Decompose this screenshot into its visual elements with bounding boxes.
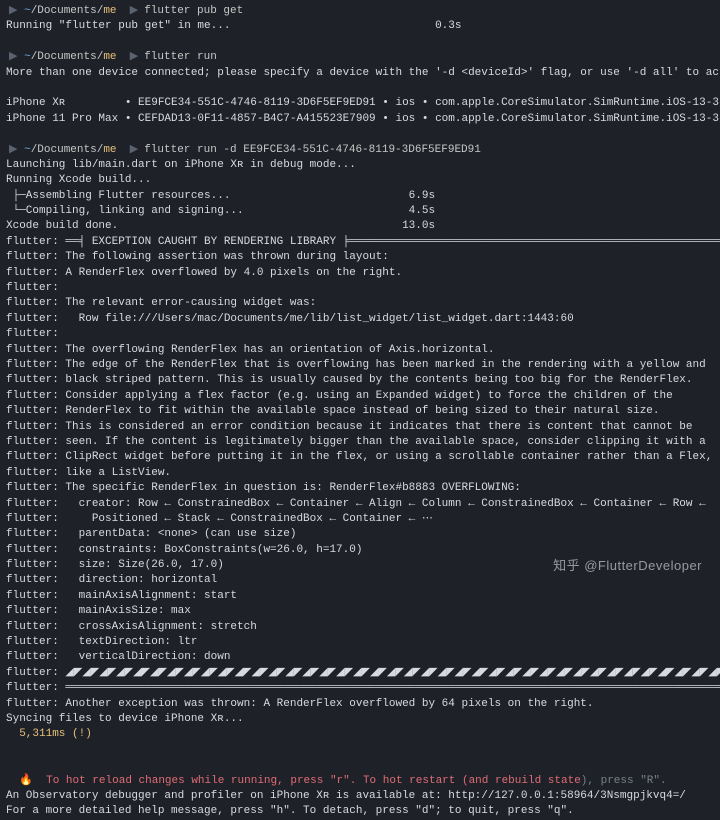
blank: [6, 127, 714, 142]
flutter-line: flutter: Positioned ← Stack ← Constraine…: [6, 512, 714, 527]
flutter-line: flutter: crossAxisAlignment: stretch: [6, 620, 714, 635]
flutter-line: flutter: mainAxisAlignment: start: [6, 589, 714, 604]
flutter-line: flutter: This is considered an error con…: [6, 420, 714, 435]
syncing: Syncing files to device iPhone Xʀ...: [6, 712, 714, 727]
flutter-line: flutter: verticalDirection: down: [6, 650, 714, 665]
xcode-build-2: ├─Assembling Flutter resources... 6.9s: [6, 189, 714, 204]
path-me: me: [103, 4, 116, 19]
launching: Launching lib/main.dart on iPhone Xʀ in …: [6, 158, 714, 173]
blank: [6, 743, 714, 758]
timing: 5,311ms (!): [6, 727, 714, 742]
flutter-line: flutter: RenderFlex to fit within the av…: [6, 404, 714, 419]
xcode-build-1: Running Xcode build...: [6, 173, 714, 188]
chevron-right-icon: ▶: [130, 143, 138, 158]
exception-header: flutter: ══╡ EXCEPTION CAUGHT BY RENDERI…: [6, 235, 714, 250]
flutter-line: flutter: The specific RenderFlex in ques…: [6, 481, 714, 496]
flutter-line: flutter: parentData: <none> (can use siz…: [6, 527, 714, 542]
output-multidevice: More than one device connected; please s…: [6, 66, 714, 81]
path-tilde: ~: [24, 50, 31, 65]
flutter-line: flutter: The following assertion was thr…: [6, 250, 714, 265]
command-1: flutter pub get: [144, 4, 243, 19]
hot-reload-text-b: ), press "R".: [581, 775, 667, 787]
flutter-line: flutter: seen. If the content is legitim…: [6, 435, 714, 450]
flutter-line: flutter: Consider applying a flex factor…: [6, 389, 714, 404]
flutter-line: flutter: A RenderFlex overflowed by 4.0 …: [6, 266, 714, 281]
xcode-build-4: Xcode build done. 13.0s: [6, 219, 714, 234]
hot-reload-hint: 🔥 To hot reload changes while running, p…: [6, 758, 714, 789]
flutter-line: flutter: ClipRect widget before putting …: [6, 450, 714, 465]
flutter-line: flutter: like a ListView.: [6, 466, 714, 481]
command-3: flutter run -d EE9FCE34-551C-4746-8119-3…: [144, 143, 481, 158]
flutter-line: flutter: The overflowing RenderFlex has …: [6, 343, 714, 358]
prompt-2[interactable]: ▶ ~ / Documents / me ▶ flutter run: [6, 50, 714, 65]
command-2: flutter run: [144, 50, 217, 65]
output-pubget: Running "flutter pub get" in me... 0.3s: [6, 19, 714, 34]
flutter-line: flutter: mainAxisSize: max: [6, 604, 714, 619]
path-tilde: ~: [24, 4, 31, 19]
divider-stripe: flutter: ◢◤◢◤◢◤◢◤◢◤◢◤◢◤◢◤◢◤◢◤◢◤◢◤◢◤◢◤◢◤◢…: [6, 666, 714, 681]
path-sep: /: [31, 4, 38, 19]
device-2: iPhone 11 Pro Max • CEFDAD13-0F11-4857-B…: [6, 112, 714, 127]
path-tilde: ~: [24, 143, 31, 158]
xcode-build-3: └─Compiling, linking and signing... 4.5s: [6, 204, 714, 219]
observatory-url: An Observatory debugger and profiler on …: [6, 789, 714, 804]
prompt-3[interactable]: ▶ ~ / Documents / me ▶ flutter run -d EE…: [6, 143, 714, 158]
flutter-line: flutter: Row file:///Users/mac/Documents…: [6, 312, 714, 327]
exception-footer: flutter: ═══════════════════════════════…: [6, 681, 714, 696]
chevron-right-icon: ▶: [9, 4, 17, 19]
chevron-right-icon: ▶: [130, 4, 138, 19]
flutter-line: flutter: constraints: BoxConstraints(w=2…: [6, 543, 714, 558]
flutter-line: flutter: textDirection: ltr: [6, 635, 714, 650]
help-hint: For a more detailed help message, press …: [6, 804, 714, 819]
path-documents: Documents: [37, 4, 96, 19]
chevron-right-icon: ▶: [130, 50, 138, 65]
flutter-line: flutter: The relevant error-causing widg…: [6, 296, 714, 311]
chevron-right-icon: ▶: [9, 50, 17, 65]
path-sep: /: [97, 4, 104, 19]
device-1: iPhone Xʀ • EE9FCE34-551C-4746-8119-3D6F…: [6, 96, 714, 111]
prompt-1[interactable]: ▶ ~ / Documents / me ▶ flutter pub get: [6, 4, 714, 19]
flutter-line: flutter: size: Size(26.0, 17.0): [6, 558, 714, 573]
flutter-line: flutter: creator: Row ← ConstrainedBox ←…: [6, 497, 714, 512]
flutter-line: flutter:: [6, 281, 714, 296]
blank: [6, 81, 714, 96]
flutter-line: flutter: direction: horizontal: [6, 573, 714, 588]
chevron-right-icon: ▶: [9, 143, 17, 158]
hot-reload-text-a: 🔥 To hot reload changes while running, p…: [19, 775, 581, 787]
flutter-line: flutter: The edge of the RenderFlex that…: [6, 358, 714, 373]
flutter-line: flutter:: [6, 327, 714, 342]
flutter-line: flutter: black striped pattern. This is …: [6, 373, 714, 388]
blank: [6, 35, 714, 50]
another-exception: flutter: Another exception was thrown: A…: [6, 697, 714, 712]
